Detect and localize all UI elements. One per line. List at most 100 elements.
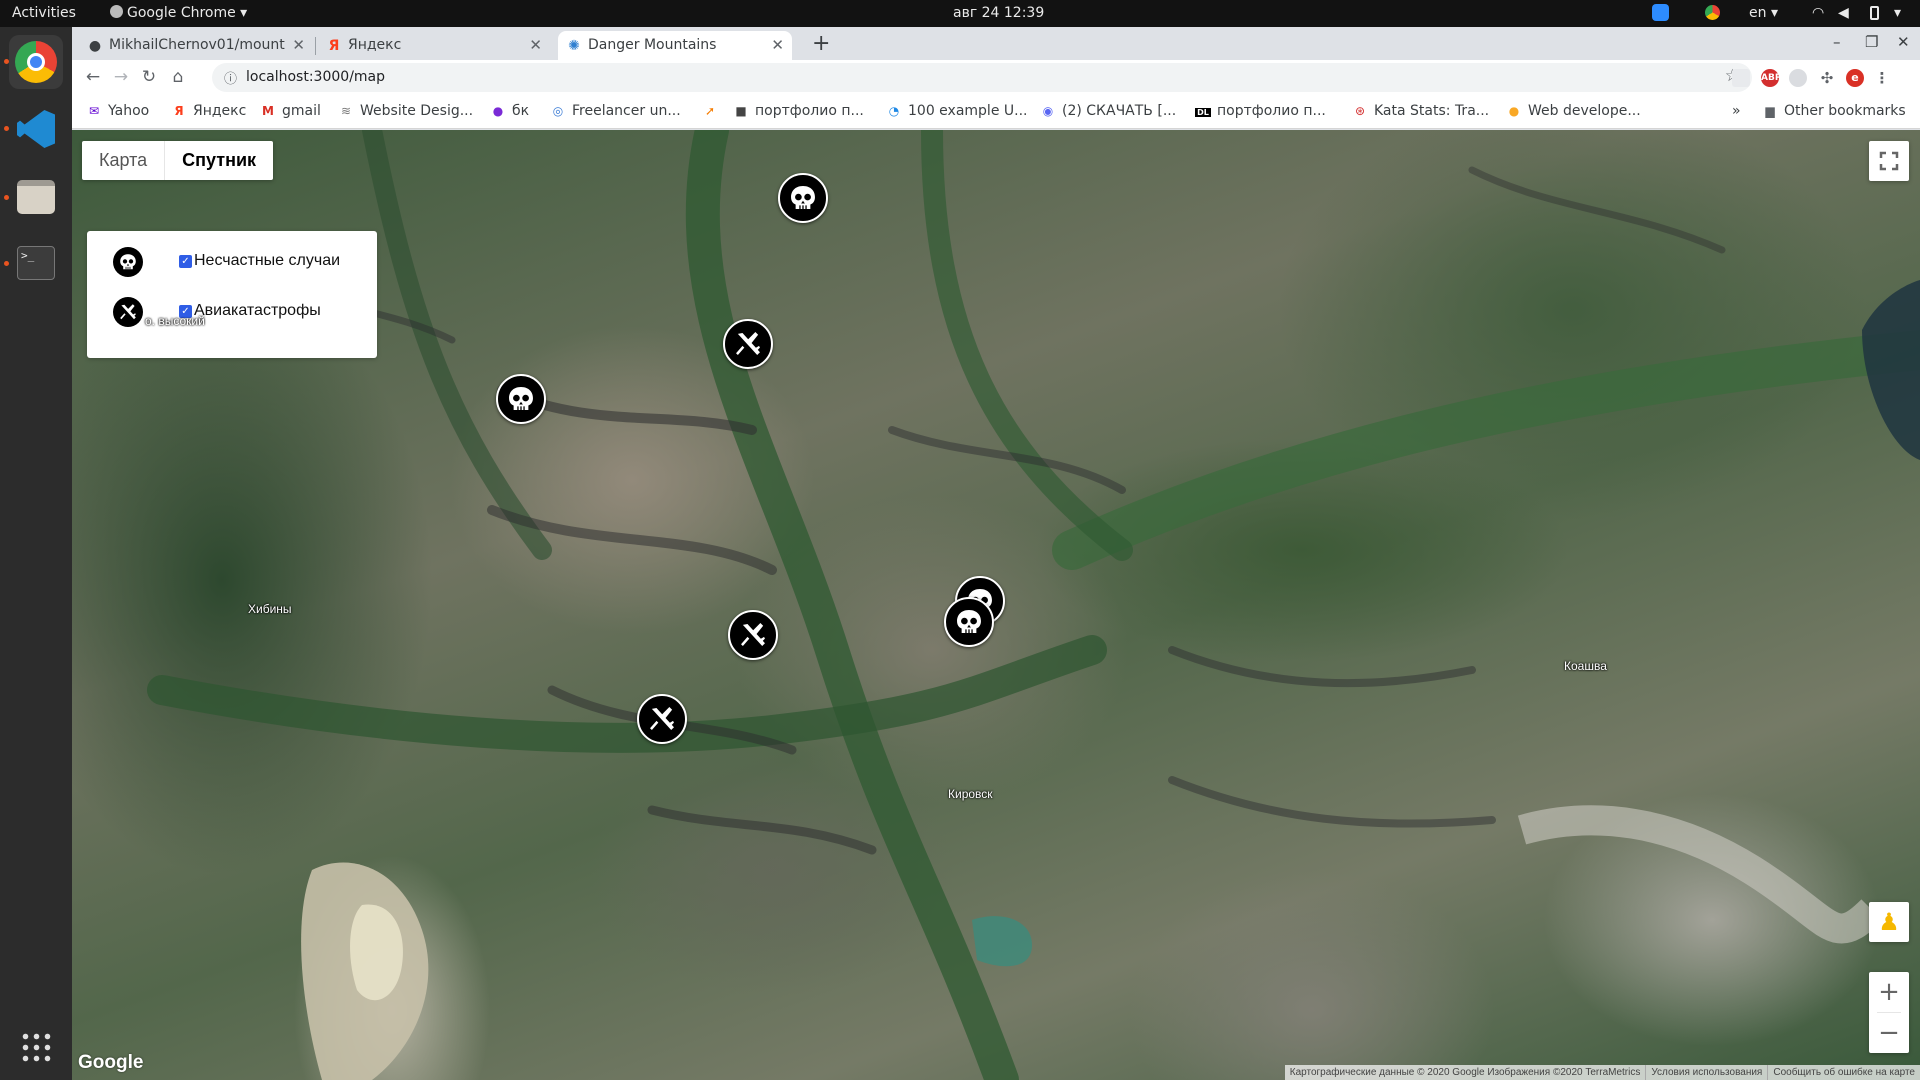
bookmark-bk[interactable]: ● бк xyxy=(490,103,529,119)
codewars-icon: ⊛ xyxy=(1354,104,1366,118)
bookmark-label: Web develope... xyxy=(1528,103,1641,119)
map-type-satellite-button[interactable]: Спутник xyxy=(164,141,273,180)
language-indicator[interactable]: en ▾ xyxy=(1749,5,1778,21)
close-icon[interactable]: ✕ xyxy=(529,36,542,54)
street-view-pegman[interactable]: ♟ xyxy=(1869,902,1909,942)
bookmark-label: (2) СКАЧАТЬ [... xyxy=(1062,103,1177,119)
tab-title: MikhailChernov01/mount xyxy=(109,37,285,53)
place-label: Хибины xyxy=(248,602,292,616)
reload-button[interactable]: ↻ xyxy=(137,65,161,89)
other-bookmarks[interactable]: ▆ Other bookmarks xyxy=(1762,103,1905,119)
github-icon: ● xyxy=(88,38,102,54)
chevron-down-icon: ▾ xyxy=(235,5,248,21)
close-window-button[interactable]: ✕ xyxy=(1897,33,1910,51)
terminal-icon: >_ xyxy=(17,246,55,280)
bookmark-portfolio-1[interactable]: ■ портфолио п... xyxy=(733,103,864,119)
dock-vscode[interactable] xyxy=(9,102,63,156)
fullscreen-icon xyxy=(1879,151,1899,171)
info-icon[interactable]: ⓘ xyxy=(224,68,237,87)
tab-separator xyxy=(315,37,316,55)
dock-chrome[interactable] xyxy=(9,35,63,89)
cube-icon: ■ xyxy=(735,104,747,118)
zoom-app-icon[interactable] xyxy=(1652,4,1669,21)
minimize-button[interactable]: – xyxy=(1833,33,1841,51)
map-attribution: Картографические данные © 2020 Google Из… xyxy=(1284,1065,1920,1080)
maximize-button[interactable]: ❐ xyxy=(1865,33,1878,51)
back-button[interactable]: ← xyxy=(81,65,105,89)
report-error-link[interactable]: Сообщить об ошибке на карте xyxy=(1767,1065,1920,1080)
avatar[interactable]: e xyxy=(1846,69,1864,87)
bookmarks-overflow-button[interactable]: » xyxy=(1732,103,1741,119)
terms-link[interactable]: Условия использования xyxy=(1645,1065,1767,1080)
running-indicator xyxy=(4,261,9,266)
tab-danger-mountains[interactable]: ✺ Danger Mountains ✕ xyxy=(558,31,792,60)
zoom-out-button[interactable]: − xyxy=(1869,1013,1909,1053)
accident-marker[interactable] xyxy=(778,173,828,223)
ui-icon: ◔ xyxy=(888,104,900,118)
tab-github[interactable]: ● MikhailChernov01/mount ✕ xyxy=(79,31,313,60)
battery-icon[interactable] xyxy=(1870,6,1879,20)
legend-panel: ✓ Несчастные случаи ✓ Авиакатастрофы xyxy=(87,231,377,358)
zoom-control: + − xyxy=(1869,972,1909,1053)
dock-terminal[interactable]: >_ xyxy=(9,236,63,290)
volume-icon[interactable]: ◀ xyxy=(1838,5,1849,21)
language-label: en xyxy=(1749,5,1767,21)
bookmark-yahoo[interactable]: ✉ Yahoo xyxy=(86,103,149,119)
adblock-icon[interactable]: ABP xyxy=(1761,69,1781,87)
app-menu[interactable]: Google Chrome ▾ xyxy=(110,5,247,21)
google-logo[interactable]: Google xyxy=(78,1052,143,1074)
forward-button[interactable]: → xyxy=(109,65,133,89)
address-bar[interactable]: ⓘ localhost:3000/map ☆ xyxy=(212,63,1752,92)
bookmark-freelancer[interactable]: ◎ Freelancer un... xyxy=(550,103,681,119)
menu-icon[interactable]: ⋮ xyxy=(1873,69,1891,87)
url-text[interactable]: localhost:3000/map xyxy=(246,69,385,85)
bookmark-label: Kata Stats: Tra... xyxy=(1374,103,1490,119)
bookmark-portfolio-2[interactable]: DL портфолио п... xyxy=(1195,103,1326,119)
clock[interactable]: авг 24 12:39 xyxy=(953,5,1044,21)
activities-button[interactable]: Activities xyxy=(12,5,76,21)
skull-icon xyxy=(791,186,815,210)
map-data-credit: Картографические данные © 2020 Google Из… xyxy=(1289,1067,1641,1078)
browser-toolbar: ← → ↻ ⌂ ⓘ localhost:3000/map ☆ ABP ✣ e ⋮ xyxy=(72,60,1920,96)
bookmark-label: портфолио п... xyxy=(1217,103,1326,119)
accidents-checkbox[interactable]: ✓ xyxy=(179,255,192,268)
bookmark-100-example[interactable]: ◔ 100 example U... xyxy=(886,103,1028,119)
wifi-icon[interactable]: ◠ xyxy=(1812,5,1824,21)
plane-crash-marker[interactable] xyxy=(723,319,773,369)
close-icon[interactable]: ✕ xyxy=(771,36,784,54)
close-icon[interactable]: ✕ xyxy=(292,36,305,54)
bookmark-gmail[interactable]: Mgmail xyxy=(260,103,321,119)
dock-files[interactable] xyxy=(9,170,63,224)
bookmark-arrow[interactable]: ➚ xyxy=(702,103,724,119)
gmail-icon: M xyxy=(262,104,274,118)
bookmark-label: Yahoo xyxy=(108,103,150,119)
bookmark-yandex[interactable]: Я Яндекс xyxy=(171,103,246,119)
bulb-icon: ● xyxy=(1508,104,1520,118)
puzzle-icon[interactable]: ✣ xyxy=(1818,69,1836,87)
extension-icon[interactable] xyxy=(1789,69,1807,87)
chevron-down-icon[interactable]: ▾ xyxy=(1894,5,1901,21)
accident-marker[interactable] xyxy=(944,597,994,647)
plane-crash-marker[interactable] xyxy=(728,610,778,660)
zoom-in-button[interactable]: + xyxy=(1869,972,1909,1012)
accident-marker[interactable] xyxy=(496,374,546,424)
chrome-tray-icon[interactable] xyxy=(1705,5,1720,20)
satellite-map[interactable]: Карта Спутник ✓ Несчастные случаи ✓ Авиа… xyxy=(72,130,1920,1080)
map-type-map-button[interactable]: Карта xyxy=(82,141,164,180)
bookmark-kata-stats[interactable]: ⊛ Kata Stats: Tra... xyxy=(1352,103,1489,119)
plane-crash-marker[interactable] xyxy=(637,694,687,744)
tab-yandex[interactable]: Я Яндекс ✕ xyxy=(318,31,550,60)
map-type-control: Карта Спутник xyxy=(82,141,274,180)
discord-icon: ◉ xyxy=(1042,104,1054,118)
new-tab-button[interactable]: + xyxy=(812,31,830,56)
link-icon: ≋ xyxy=(340,104,352,118)
fullscreen-button[interactable] xyxy=(1869,141,1909,181)
extension-icon[interactable] xyxy=(1732,69,1750,87)
home-button[interactable]: ⌂ xyxy=(166,65,190,89)
files-icon xyxy=(17,180,55,214)
bookmark-skachat[interactable]: ◉ (2) СКАЧАТЬ [... xyxy=(1040,103,1176,119)
show-apps-icon[interactable] xyxy=(20,1031,52,1063)
dl-icon: DL xyxy=(1195,108,1211,117)
bookmark-web-developer[interactable]: ● Web develope... xyxy=(1506,103,1641,119)
bookmark-website-design[interactable]: ≋ Website Desig... xyxy=(338,103,473,119)
